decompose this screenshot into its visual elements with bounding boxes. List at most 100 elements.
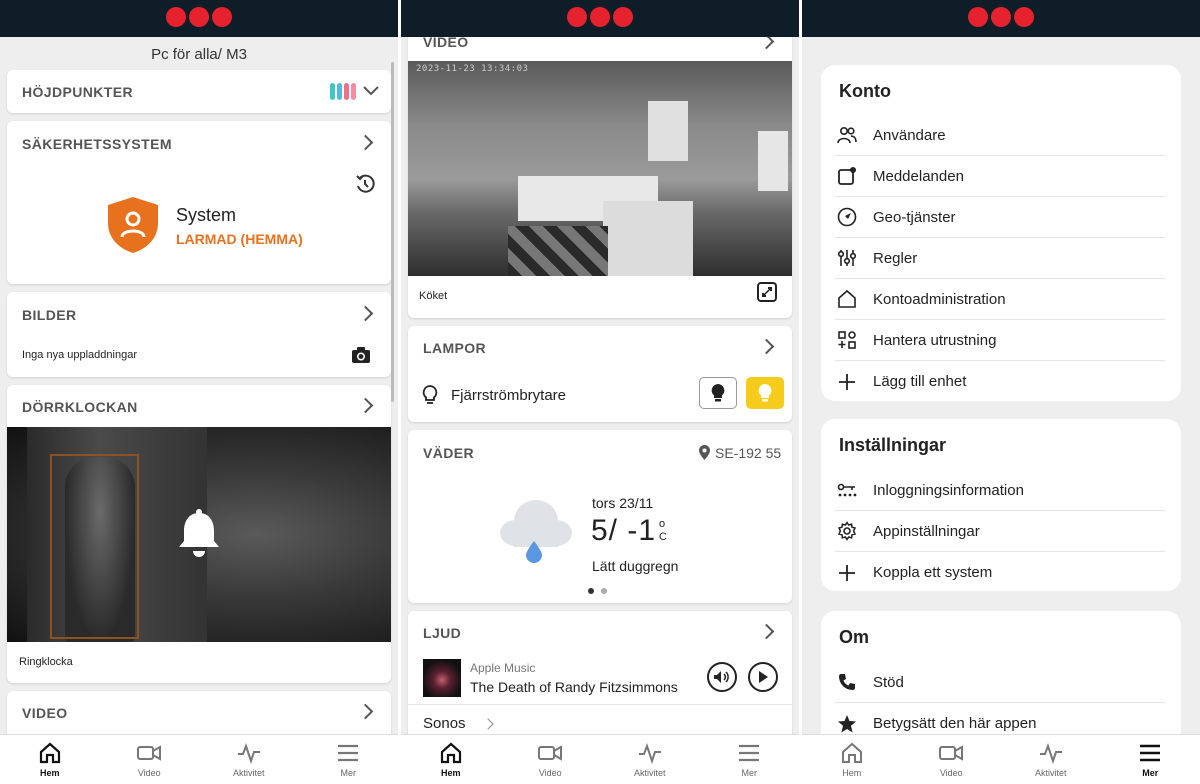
tab-bar: Hem Video Aktivitet Mer [0, 734, 398, 784]
doorbell-feed[interactable] [7, 427, 391, 642]
tab-bar: Hem Video Aktivitet Mer [802, 734, 1200, 784]
video-title: VIDEO [22, 705, 68, 721]
tab-home[interactable]: Hem [802, 735, 902, 784]
tab-activity[interactable]: Aktivitet [199, 735, 299, 784]
chevron-right-icon[interactable] [482, 718, 494, 730]
menu-item-users[interactable]: Användare [835, 115, 1165, 156]
chevron-right-icon[interactable] [758, 623, 775, 640]
weather-day: tors 23/11 [592, 495, 654, 511]
activity-icon [638, 743, 661, 764]
chevron-right-icon[interactable] [357, 397, 374, 414]
video-card[interactable]: VIDEO [7, 691, 391, 734]
lightbulb-off-icon [711, 384, 725, 402]
more-screen: Konto Användare Meddelanden Geo-tjänster… [802, 0, 1200, 784]
lamps-card[interactable]: LAMPOR Fjärrströmbrytare [408, 326, 792, 422]
menu-item-support[interactable]: Stöd [835, 662, 1165, 703]
tab-home[interactable]: Hem [401, 735, 501, 784]
video-card[interactable]: VIDEO 2023-11-23 13:34:03 Köket [408, 37, 792, 318]
play-icon [759, 671, 768, 683]
menu-item-label: Lägg till enhet [873, 373, 967, 390]
play-button[interactable] [748, 662, 778, 692]
menu-item-app-settings[interactable]: Appinställningar [835, 511, 1165, 552]
page-indicator[interactable] [588, 588, 607, 594]
video-camera-icon [137, 745, 162, 761]
activity-icon [237, 743, 260, 764]
doorbell-card[interactable]: DÖRRKLOCKAN Ringklocka [7, 385, 391, 683]
tab-label: Mer [1142, 768, 1159, 778]
scrollbar[interactable] [391, 62, 394, 402]
volume-button[interactable] [707, 662, 737, 692]
sound-title: LJUD [423, 625, 462, 641]
chevron-right-icon[interactable] [357, 134, 374, 151]
menu-item-connect-system[interactable]: Koppla ett system [835, 552, 1165, 593]
settings-title: Inställningar [839, 435, 947, 455]
tab-video[interactable]: Video [100, 735, 200, 784]
bell-icon [179, 509, 219, 557]
tab-label: Video [137, 768, 161, 778]
chevron-right-icon[interactable] [357, 703, 374, 720]
notification-icon [838, 167, 856, 185]
tab-label: Hem [842, 768, 862, 778]
device-name: Fjärrströmbrytare [451, 387, 567, 404]
images-card[interactable]: BILDER Inga nya uppladdningar [7, 292, 391, 377]
lamp-on-button[interactable] [746, 377, 784, 409]
kitchen-camera-feed[interactable]: 2023-11-23 13:34:03 [408, 61, 792, 276]
video-camera-icon [538, 745, 563, 761]
lamp-off-button[interactable] [699, 377, 737, 409]
chevron-right-icon[interactable] [758, 37, 775, 50]
menu-item-login-info[interactable]: Inloggningsinformation [835, 470, 1165, 511]
menu-item-geo[interactable]: Geo-tjänster [835, 197, 1165, 238]
security-card[interactable]: SÄKERHETSSYSTEM System LARMAD (HEMMA) [7, 121, 391, 284]
expand-icon[interactable] [757, 282, 777, 302]
tab-home[interactable]: Hem [0, 735, 100, 784]
location-pin-icon [699, 445, 710, 460]
highlights-title: HÖJDPUNKTER [22, 84, 133, 100]
tab-more[interactable]: Mer [1101, 735, 1200, 784]
chevron-right-icon[interactable] [357, 305, 374, 322]
tab-more[interactable]: Mer [299, 735, 399, 784]
tab-activity[interactable]: Aktivitet [600, 735, 700, 784]
weather-card[interactable]: VÄDER SE-192 55 tors 23/11 5/ -1 o C Lät… [408, 430, 792, 603]
lamps-title: LAMPOR [423, 340, 487, 356]
weather-location: SE-192 55 [715, 445, 782, 461]
menu-item-rules[interactable]: Regler [835, 238, 1165, 279]
sound-card[interactable]: LJUD Apple Music The Death of Randy Fitz… [408, 611, 792, 734]
tab-label: Video [939, 768, 963, 778]
highlights-card[interactable]: HÖJDPUNKTER [7, 70, 391, 113]
home-icon [39, 742, 60, 764]
album-art [423, 659, 461, 697]
star-icon [838, 714, 856, 732]
tab-activity[interactable]: Aktivitet [1001, 735, 1101, 784]
tab-more[interactable]: Mer [700, 735, 800, 784]
chevron-down-icon[interactable] [363, 84, 379, 96]
tab-label: Video [538, 768, 562, 778]
feed-timestamp: 2023-11-23 13:34:03 [416, 64, 529, 74]
tab-label: Aktivitet [633, 768, 666, 778]
about-card: Om Stöd Betygsätt den här appen [821, 611, 1181, 734]
menu-item-equipment[interactable]: Hantera utrustning [835, 320, 1165, 361]
cloud-rain-icon [500, 500, 572, 563]
menu-item-account-admin[interactable]: Kontoadministration [835, 279, 1165, 320]
camera-icon[interactable] [351, 347, 371, 364]
tab-video[interactable]: Video [902, 735, 1002, 784]
chevron-right-icon[interactable] [758, 338, 775, 355]
tab-label: Hem [39, 768, 60, 778]
menu-item-label: Appinställningar [873, 522, 980, 540]
menu-icon [739, 744, 760, 762]
tab-bar: Hem Video Aktivitet Mer [401, 734, 799, 784]
speaker-name[interactable]: Sonos [423, 715, 466, 732]
menu-item-label: Användare [873, 126, 946, 144]
motion-box [50, 454, 139, 639]
sliders-icon [837, 250, 857, 266]
phone-icon [839, 674, 855, 690]
weather-unit-celsius: C [659, 531, 667, 543]
menu-item-add-device[interactable]: Lägg till enhet [835, 361, 1165, 402]
plus-icon [839, 564, 855, 581]
menu-item-rate-app[interactable]: Betygsätt den här appen [835, 703, 1165, 734]
security-title: SÄKERHETSSYSTEM [22, 136, 172, 152]
tab-video[interactable]: Video [501, 735, 601, 784]
doorbell-caption: Ringklocka [19, 656, 73, 668]
menu-item-label: Meddelanden [873, 167, 964, 185]
menu-item-messages[interactable]: Meddelanden [835, 156, 1165, 197]
history-icon[interactable] [354, 173, 376, 195]
